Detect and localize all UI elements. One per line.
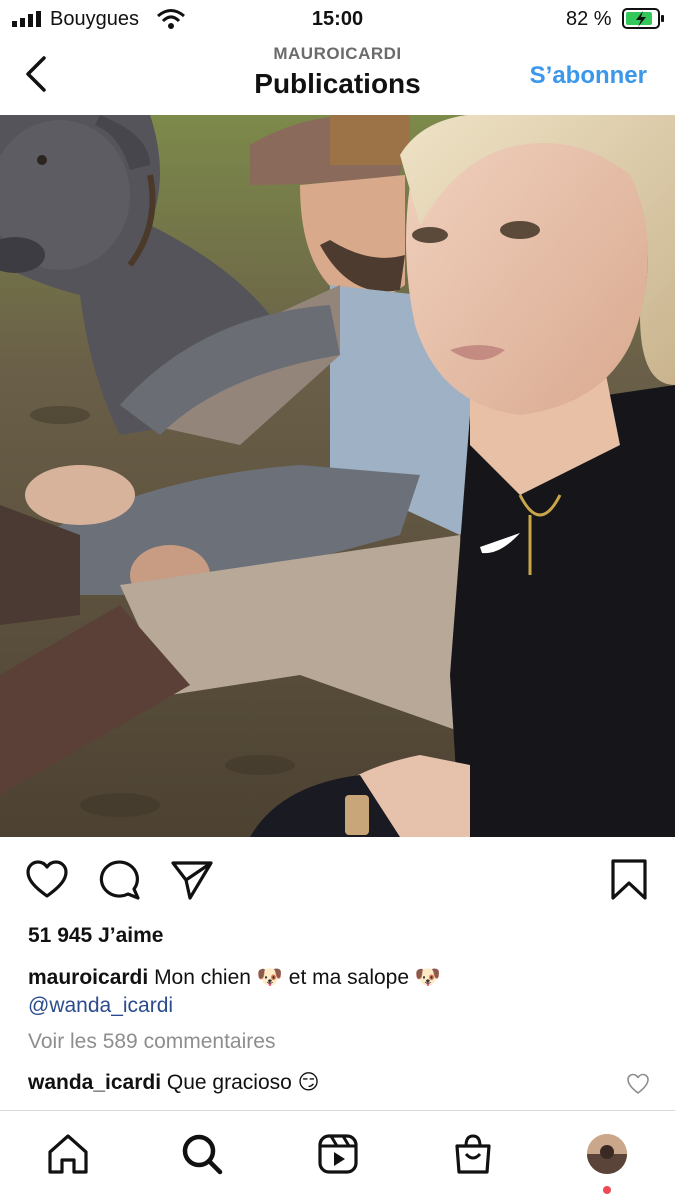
post-image — [0, 115, 675, 837]
smirk-emoji-icon: 😏 — [297, 1071, 320, 1094]
reels-icon[interactable] — [316, 1132, 360, 1176]
comment-text: Que gracioso — [166, 1071, 292, 1094]
avatar-image — [587, 1134, 627, 1174]
follow-button[interactable]: S’abonner — [530, 62, 647, 90]
comment-icon[interactable] — [98, 858, 142, 902]
caption-text-2: et ma salope — [288, 966, 410, 989]
header-username: MAUROICARDI — [273, 44, 402, 63]
home-icon[interactable] — [46, 1132, 90, 1176]
status-bar: Bouygues 15:00 82 % — [0, 0, 675, 40]
search-icon[interactable] — [180, 1132, 224, 1176]
battery-percentage: 82 % — [566, 8, 612, 30]
send-icon[interactable] — [170, 858, 214, 902]
tab-bar-divider — [0, 1110, 675, 1111]
comment-row: wanda_icardi Que gracioso 😏 — [28, 1070, 320, 1095]
profile-avatar[interactable] — [587, 1134, 627, 1174]
caption-mention[interactable]: @wanda_icardi — [28, 994, 173, 1017]
post-caption: mauroicardi Mon chien 🐶 et ma salope 🐶 @… — [28, 964, 648, 1020]
bookmark-icon[interactable] — [608, 858, 652, 902]
comment-username[interactable]: wanda_icardi — [28, 1071, 161, 1094]
dog-emoji-icon: 🐶 — [256, 966, 283, 989]
comment-like-heart-icon[interactable] — [626, 1072, 650, 1096]
caption-text-1: Mon chien — [154, 966, 251, 989]
like-count[interactable]: 51 945 J’aime — [28, 924, 163, 948]
post-photo[interactable] — [0, 115, 675, 837]
shop-icon[interactable] — [451, 1132, 495, 1176]
dog-emoji-icon: 🐶 — [414, 966, 442, 989]
caption-username[interactable]: mauroicardi — [28, 966, 148, 989]
like-heart-icon[interactable] — [25, 858, 69, 902]
view-comments-link[interactable]: Voir les 589 commentaires — [28, 1030, 275, 1054]
battery-icon — [622, 8, 664, 29]
notification-dot — [603, 1186, 611, 1194]
